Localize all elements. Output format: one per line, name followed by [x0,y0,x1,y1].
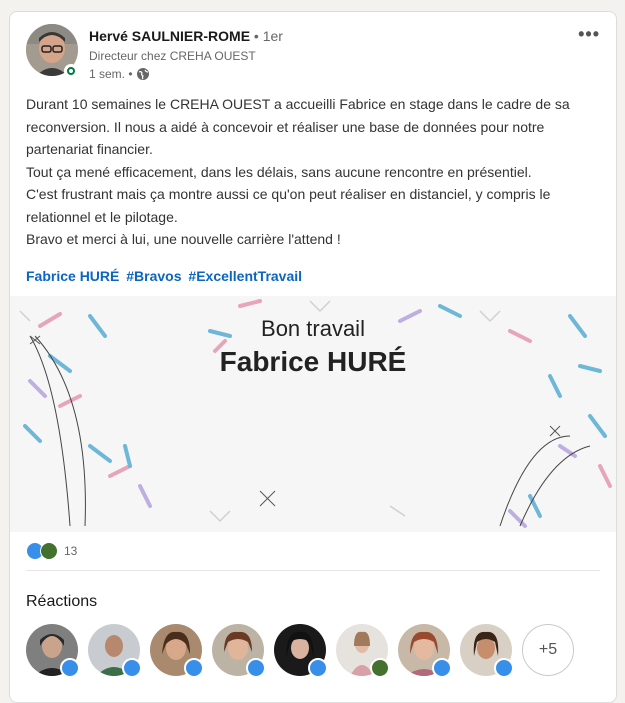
reactor-avatar[interactable] [212,624,266,678]
post-links: Fabrice HURÉ #Bravos #ExcellentTravail [26,268,305,284]
post-meta: 1 sem. • [89,67,150,81]
ellipsis-icon[interactable]: ••• [578,24,600,45]
image-caption-line1: Bon travail [261,316,365,341]
mention-link[interactable]: Fabrice HURÉ [26,268,119,284]
image-caption-line2: Fabrice HURÉ [219,346,407,377]
post-body: Durant 10 semaines le CREHA OUEST a accu… [26,93,606,251]
reactor-avatar[interactable] [26,624,80,678]
reactors-list: +5 [26,624,574,678]
like-icon [494,658,514,678]
reactor-avatar[interactable] [150,624,204,678]
author-name[interactable]: Hervé SAULNIER-ROME [89,28,250,44]
globe-icon [136,68,149,80]
connection-degree: • 1er [253,28,283,44]
post-body-line: Tout ça mené efficacement, dans les déla… [26,163,532,180]
author-line: Hervé SAULNIER-ROME • 1er [89,28,283,44]
reactions-title: Réactions [26,593,98,610]
like-icon [122,658,142,678]
post-body-line: Durant 10 semaines le CREHA OUEST a accu… [26,96,570,112]
like-icon [308,658,328,678]
like-icon [60,658,80,678]
reactor-avatar[interactable] [460,624,514,678]
more-reactors-button[interactable]: +5 [522,624,574,676]
reactor-avatar[interactable] [336,624,390,678]
hashtag-link[interactable]: #ExcellentTravail [188,268,302,284]
reactor-avatar[interactable] [88,624,142,678]
hashtag-link[interactable]: #Bravos [126,268,181,284]
post-body-line: C'est frustrant mais ça montre aussi ce … [26,186,551,202]
feed-post-card: Hervé SAULNIER-ROME • 1er Directeur chez… [9,11,617,703]
post-body-line: partenariat financier. [26,141,153,157]
divider [26,570,600,571]
reaction-count: 13 [64,544,78,558]
post-body-line: relationnel et le pilotage. [26,208,178,225]
reactor-avatar[interactable] [398,624,452,678]
like-icon [432,658,452,678]
social-counts[interactable]: 13 [26,542,77,560]
like-icon [246,658,266,678]
celebrate-icon [40,542,58,560]
post-time: 1 sem. • [89,67,133,81]
online-status-indicator [64,64,78,78]
post-image[interactable]: Bon travail Fabrice HURÉ [10,296,616,532]
celebrate-icon [370,658,390,678]
post-body-line: Bravo et merci à lui, une nouvelle carri… [26,231,341,247]
like-icon [184,658,204,678]
reactor-avatar[interactable] [274,624,328,678]
author-headline: Directeur chez CREHA OUEST [89,49,256,63]
post-body-line: reconversion. Il nous a aidé à concevoir… [26,118,545,135]
